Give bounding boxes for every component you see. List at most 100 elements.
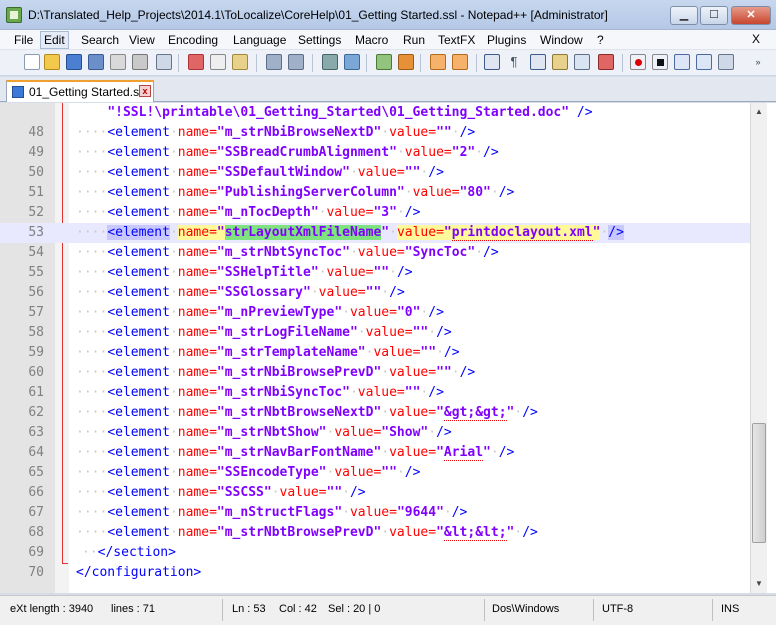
status-line-count: lines : 71 bbox=[111, 603, 156, 615]
record-macro-icon[interactable] bbox=[630, 54, 646, 70]
code-line[interactable]: 54 ····<element·name="m_strNbtSyncToc"·va… bbox=[0, 243, 750, 263]
replace-icon[interactable] bbox=[344, 54, 360, 70]
code-line[interactable]: 60 ····<element·name="m_strNbiBrowsePrevD… bbox=[0, 363, 750, 383]
code-line[interactable]: 64 ····<element·name="m_strNavBarFontName… bbox=[0, 443, 750, 463]
code-line[interactable]: 66 ····<element·name="SSCSS"·value=""·/> bbox=[0, 483, 750, 503]
doc-map-icon[interactable] bbox=[574, 54, 590, 70]
code-line[interactable]: 65 ····<element·name="SSEncodeType"·value… bbox=[0, 463, 750, 483]
line-number: 51 bbox=[28, 185, 44, 200]
play-macro-icon[interactable] bbox=[674, 54, 690, 70]
menu-encoding[interactable]: Encoding bbox=[165, 32, 221, 48]
line-number: 49 bbox=[28, 145, 44, 160]
menu-macro[interactable]: Macro bbox=[352, 32, 391, 48]
menu-edit[interactable]: Edit bbox=[40, 31, 69, 49]
indent-guide-icon[interactable] bbox=[530, 54, 546, 70]
close-document-x[interactable]: X bbox=[752, 32, 760, 46]
menu-window[interactable]: Window bbox=[537, 32, 586, 48]
close-all-icon[interactable] bbox=[132, 54, 148, 70]
tag-close: /> bbox=[569, 105, 593, 120]
scroll-up-arrow-icon[interactable]: ▲ bbox=[752, 105, 766, 119]
quote: " bbox=[436, 365, 444, 380]
zoom-in-icon[interactable] bbox=[376, 54, 392, 70]
paste-icon[interactable] bbox=[232, 54, 248, 70]
new-file-icon[interactable] bbox=[24, 54, 40, 70]
code-line[interactable]: 68 ····<element·name="m_strNbtBrowsePrevD… bbox=[0, 523, 750, 543]
menu-view[interactable]: View bbox=[126, 32, 158, 48]
menu-settings[interactable]: Settings bbox=[295, 32, 344, 48]
code-line[interactable]: 61 ····<element·name="m_strNbiSyncToc"·va… bbox=[0, 383, 750, 403]
code-line[interactable]: 52 ····<element·name="m_nTocDepth"·value=… bbox=[0, 203, 750, 223]
show-all-chars-icon[interactable]: ¶ bbox=[506, 54, 522, 70]
whitespace-dots: ···· bbox=[76, 205, 108, 220]
menu-file[interactable]: File bbox=[11, 32, 36, 48]
element-name-value: m_strNavBarFontName bbox=[224, 445, 374, 460]
menu-plugins[interactable]: Plugins bbox=[484, 32, 529, 48]
code-line[interactable]: 49 ····<element·name="SSBreadCrumbAlignme… bbox=[0, 143, 750, 163]
code-line[interactable]: 55 ····<element·name="SSHelpTitle"·value=… bbox=[0, 263, 750, 283]
tag-close: /> bbox=[436, 425, 452, 440]
code-line[interactable]: 69 ··</section> bbox=[0, 543, 750, 563]
code-line[interactable]: 62 ····<element·name="m_strNbtBrowseNextD… bbox=[0, 403, 750, 423]
tab-close-icon[interactable]: x bbox=[139, 85, 151, 97]
code-line[interactable]: 51 ····<element·name="PublishingServerCol… bbox=[0, 183, 750, 203]
word-wrap-icon[interactable] bbox=[484, 54, 500, 70]
code-line[interactable]: 48 ····<element·name="m_strNbiBrowseNextD… bbox=[0, 123, 750, 143]
save-macro-icon[interactable] bbox=[718, 54, 734, 70]
quote: " bbox=[381, 265, 390, 280]
code-text: ····<element·name="m_strNbiSyncToc"·valu… bbox=[76, 385, 444, 400]
tag-open: <element bbox=[107, 305, 170, 320]
tag-open: <element bbox=[107, 125, 170, 140]
code-line[interactable]: 50 ····<element·name="SSDefaultWindow"·va… bbox=[0, 163, 750, 183]
whitespace-dots: ···· bbox=[76, 405, 108, 420]
open-folder-icon[interactable] bbox=[44, 54, 60, 70]
code-line[interactable]: 63 ····<element·name="m_strNbtShow"·value… bbox=[0, 423, 750, 443]
save-icon[interactable] bbox=[66, 54, 82, 70]
toolbar-overflow-icon[interactable]: » bbox=[750, 54, 766, 70]
quote: " bbox=[216, 365, 225, 380]
vertical-scrollbar[interactable]: ▲ ▼ bbox=[750, 103, 767, 593]
menu-textfx[interactable]: TextFX bbox=[435, 32, 478, 48]
scrollbar-thumb[interactable] bbox=[752, 423, 766, 543]
code-line[interactable]: 57 ····<element·name="m_nPreviewType"·val… bbox=[0, 303, 750, 323]
tag-open: <element bbox=[107, 425, 170, 440]
menu-help[interactable]: ? bbox=[594, 32, 607, 48]
whitespace-dots: · bbox=[169, 205, 178, 220]
menu-language[interactable]: Language bbox=[230, 32, 289, 48]
menu-search[interactable]: Search bbox=[78, 32, 122, 48]
undo-icon[interactable] bbox=[266, 54, 282, 70]
code-line[interactable]: 70 </configuration> bbox=[0, 563, 750, 583]
stop-macro-icon[interactable] bbox=[652, 54, 668, 70]
scroll-down-arrow-icon[interactable]: ▼ bbox=[752, 577, 766, 591]
close-window-button[interactable]: ✕ bbox=[731, 6, 771, 25]
cut-icon[interactable] bbox=[188, 54, 204, 70]
whitespace-dots: ···· bbox=[76, 225, 108, 240]
save-all-icon[interactable] bbox=[88, 54, 104, 70]
code-line[interactable]: "!SSL!\printable\01_Getting_Started\01_G… bbox=[0, 103, 750, 123]
sync-vertical-icon[interactable] bbox=[430, 54, 446, 70]
function-list-icon[interactable] bbox=[598, 54, 614, 70]
tag-open: <element bbox=[107, 145, 170, 160]
minimize-button[interactable]: ▁ bbox=[670, 6, 698, 25]
maximize-button[interactable]: ☐ bbox=[700, 6, 728, 25]
code-line[interactable]: 59 ····<element·name="m_strTemplateName"·… bbox=[0, 343, 750, 363]
tag-close: /> bbox=[522, 405, 538, 420]
user-language-icon[interactable] bbox=[552, 54, 568, 70]
run-macro-multiple-icon[interactable] bbox=[696, 54, 712, 70]
zoom-out-icon[interactable] bbox=[398, 54, 414, 70]
code-line[interactable]: 56 ····<element·name="SSGlossary"·value="… bbox=[0, 283, 750, 303]
code-line[interactable]: 67 ····<element·name="m_nStructFlags"·val… bbox=[0, 503, 750, 523]
title-bar: D:\Translated_Help_Projects\2014.1\ToLoc… bbox=[0, 0, 776, 30]
menu-run[interactable]: Run bbox=[400, 32, 428, 48]
find-icon[interactable] bbox=[322, 54, 338, 70]
print-icon[interactable] bbox=[156, 54, 172, 70]
code-line[interactable]: 58 ····<element·name="m_strLogFileName"·v… bbox=[0, 323, 750, 343]
editor-area[interactable]: "!SSL!\printable\01_Getting_Started\01_G… bbox=[0, 103, 776, 593]
quote: " bbox=[389, 145, 397, 160]
tab-01-getting-started[interactable]: 01_Getting Started.ssl x bbox=[6, 80, 154, 102]
redo-icon[interactable] bbox=[288, 54, 304, 70]
close-file-icon[interactable] bbox=[110, 54, 126, 70]
code-line[interactable]: 53 ····<element·name="strLayoutXmlFileNam… bbox=[0, 223, 750, 243]
copy-icon[interactable] bbox=[210, 54, 226, 70]
code-text: ····<element·name="m_nPreviewType"·value… bbox=[76, 305, 444, 320]
sync-horizontal-icon[interactable] bbox=[452, 54, 468, 70]
